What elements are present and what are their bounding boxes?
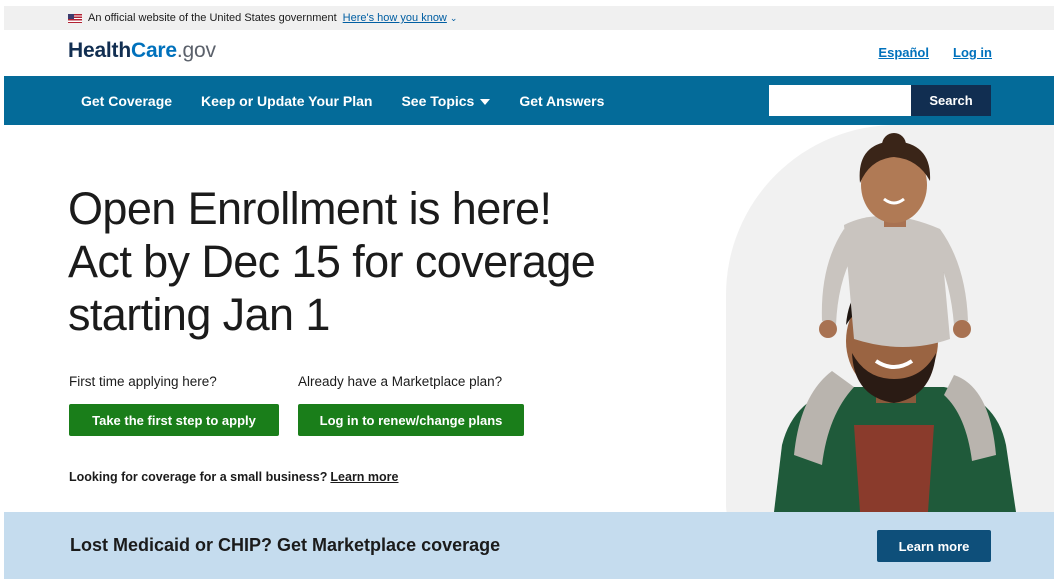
search-input[interactable] <box>769 85 911 116</box>
header-links: Español Log in <box>878 45 992 60</box>
apply-button[interactable]: Take the first step to apply <box>69 404 279 436</box>
search-button[interactable]: Search <box>911 85 991 116</box>
site-header: HealthCare.gov Español Log in <box>4 30 1054 76</box>
nav-item-keep-or-update-plan[interactable]: Keep or Update Your Plan <box>201 93 372 109</box>
hero-section: Open Enrollment is here! Act by Dec 15 f… <box>4 125 1054 512</box>
chevron-down-icon[interactable]: ⌄ <box>450 13 458 24</box>
gov-banner-text: An official website of the United States… <box>88 12 337 24</box>
gov-banner: An official website of the United States… <box>4 6 1054 30</box>
heres-how-you-know-link[interactable]: Here's how you know <box>343 12 447 24</box>
medicaid-chip-banner: Lost Medicaid or CHIP? Get Marketplace c… <box>4 512 1054 579</box>
healthcare-gov-logo[interactable]: HealthCare.gov <box>68 39 216 63</box>
nav-item-get-coverage[interactable]: Get Coverage <box>81 93 172 109</box>
small-business-learn-more-link[interactable]: Learn more <box>330 470 398 484</box>
nav-item-see-topics[interactable]: See Topics <box>401 92 491 109</box>
first-time-prompt: First time applying here? <box>69 374 217 389</box>
medicaid-chip-text: Lost Medicaid or CHIP? Get Marketplace c… <box>70 535 501 555</box>
caret-down-icon <box>480 98 491 105</box>
renew-change-plans-button[interactable]: Log in to renew/change plans <box>298 404 524 436</box>
espanol-link[interactable]: Español <box>878 45 929 60</box>
hero-headline: Open Enrollment is here! Act by Dec 15 f… <box>68 183 596 340</box>
small-business-text: Looking for coverage for a small busines… <box>69 470 399 484</box>
existing-plan-prompt: Already have a Marketplace plan? <box>298 374 503 389</box>
nav-item-see-topics-label: See Topics <box>401 92 475 109</box>
us-flag-icon <box>68 13 82 23</box>
medicaid-learn-more-button[interactable]: Learn more <box>877 530 991 562</box>
login-link[interactable]: Log in <box>953 45 992 60</box>
main-nav: Get Coverage Keep or Update Your Plan Se… <box>4 76 1054 125</box>
family-photo <box>774 133 1016 512</box>
nav-item-get-answers[interactable]: Get Answers <box>519 93 604 109</box>
